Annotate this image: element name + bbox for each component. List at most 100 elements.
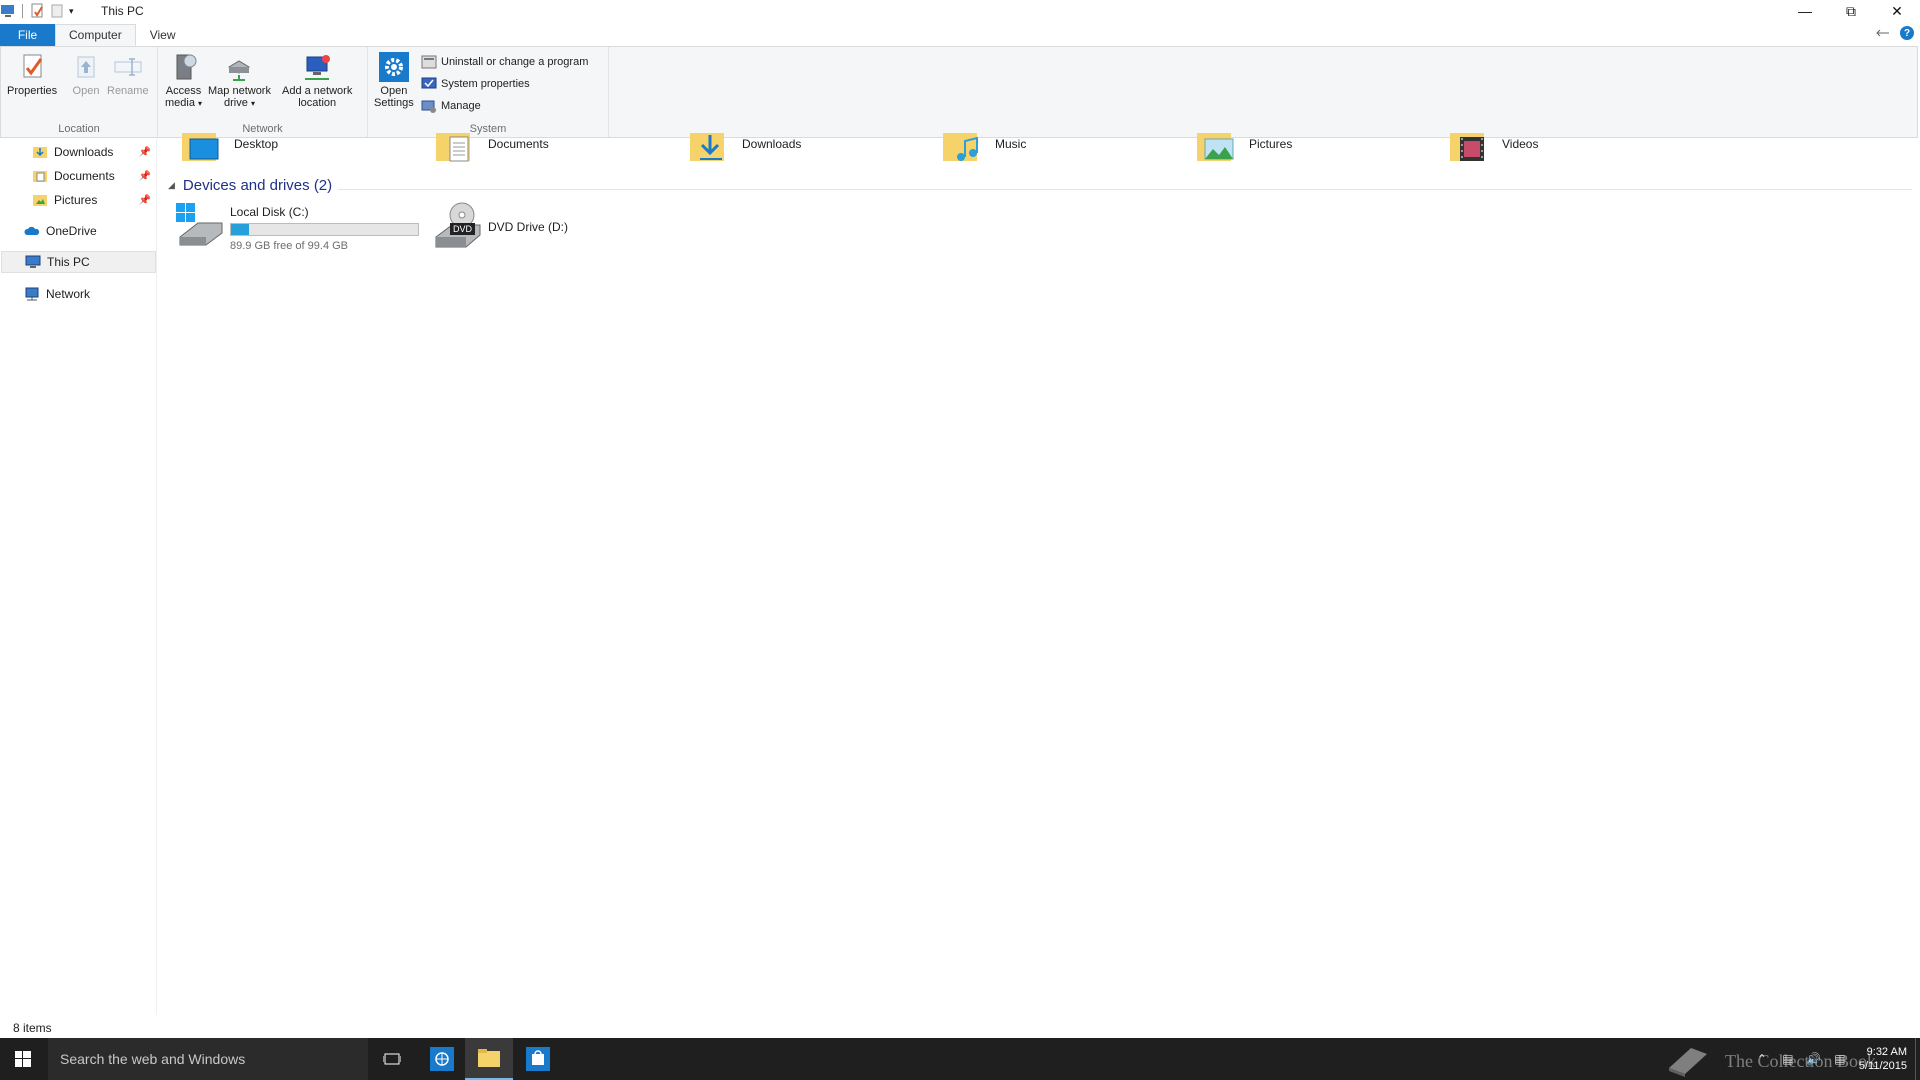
taskbar-browser-app[interactable] xyxy=(418,1038,466,1080)
settings-gear-icon xyxy=(378,52,409,82)
pin-icon[interactable]: 📌 xyxy=(139,171,151,182)
network-tray-icon[interactable]: ▤ xyxy=(1780,1051,1796,1067)
desktop-folder-icon xyxy=(182,133,219,161)
local-disk-name: Local Disk (C:) xyxy=(230,205,309,219)
folder-music[interactable]: Music xyxy=(941,133,1026,163)
map-drive-dropdown-icon: ▾ xyxy=(250,99,255,108)
qat-divider xyxy=(22,4,23,18)
location-group: Properties Open Rename Location xyxy=(1,47,158,137)
tab-file[interactable]: File xyxy=(0,24,55,46)
folder-pictures[interactable]: Pictures xyxy=(1195,133,1292,163)
ribbon-right-controls: ? xyxy=(1876,26,1914,40)
start-button[interactable] xyxy=(0,1038,46,1080)
onedrive-cloud-icon xyxy=(24,226,40,235)
open-settings-button[interactable]: Open Settings xyxy=(374,51,414,109)
folder-videos[interactable]: Videos xyxy=(1448,133,1538,163)
folder-music-label: Music xyxy=(995,137,1027,151)
documents-folder-icon xyxy=(436,133,470,162)
file-explorer-icon xyxy=(478,1049,500,1067)
open-icon xyxy=(77,56,95,78)
navigation-pane: Downloads 📌 Documents 📌 Pictures 📌 OneDr… xyxy=(0,139,157,1015)
nav-item-this-pc[interactable]: This PC xyxy=(1,251,156,273)
uninstall-program-button[interactable]: Uninstall or change a program xyxy=(421,52,588,72)
properties-button[interactable]: Properties xyxy=(7,51,57,97)
minimize-button[interactable]: — xyxy=(1782,0,1828,22)
folder-desktop[interactable]: Desktop xyxy=(180,133,278,163)
items-count: 8 items xyxy=(13,1021,52,1035)
folder-videos-label: Videos xyxy=(1502,137,1539,151)
folder-documents-label: Documents xyxy=(488,137,549,151)
task-view-button[interactable] xyxy=(368,1038,416,1080)
nav-documents-label: Documents xyxy=(54,169,115,183)
clock[interactable]: 9:32 AM 5/11/2015 xyxy=(1853,1045,1915,1073)
collapse-triangle-icon[interactable]: ◢ xyxy=(168,180,175,191)
devices-section-header[interactable]: ◢ Devices and drives (2) xyxy=(168,177,332,194)
open-button[interactable]: Open xyxy=(70,51,102,97)
drive-dvd-d[interactable]: DVD DVD Drive (D:) xyxy=(434,201,568,249)
title-bar: ▾ This PC — ⧉ ✕ xyxy=(0,0,1920,22)
open-settings-label-2: Settings xyxy=(374,97,414,109)
store-icon xyxy=(526,1047,550,1071)
restore-button[interactable]: ⧉ xyxy=(1828,0,1874,22)
access-media-icon xyxy=(176,54,197,80)
nav-item-network[interactable]: Network xyxy=(0,283,155,305)
properties-qat-icon[interactable] xyxy=(29,3,45,19)
show-hidden-icons-icon[interactable]: ⌃ xyxy=(1754,1051,1770,1067)
qat-dropdown-icon[interactable]: ▾ xyxy=(69,6,74,17)
system-group: Open Settings Uninstall or change a prog… xyxy=(368,47,609,137)
nav-item-downloads[interactable]: Downloads 📌 xyxy=(0,141,155,163)
downloads-folder-icon xyxy=(690,133,724,161)
videos-folder-icon xyxy=(1450,133,1484,161)
system-tray: ⌃ ▤ 🔊 ▤ 9:32 AM 5/11/2015 xyxy=(1749,1038,1920,1080)
manage-button[interactable]: Manage xyxy=(421,96,481,116)
folder-documents[interactable]: Documents xyxy=(434,133,549,163)
show-desktop-button[interactable] xyxy=(1915,1038,1920,1080)
nav-pictures-label: Pictures xyxy=(54,193,98,207)
task-view-icon xyxy=(383,1053,401,1065)
tab-computer[interactable]: Computer xyxy=(55,24,136,46)
add-location-label-2: location xyxy=(298,97,337,109)
pin-icon[interactable]: 📌 xyxy=(139,195,151,206)
status-bar: 8 items xyxy=(0,1015,1920,1037)
windows-logo-icon xyxy=(15,1051,31,1067)
access-media-button[interactable]: Access media ▾ xyxy=(165,51,202,110)
open-label: Open xyxy=(72,85,100,97)
system-properties-button[interactable]: System properties xyxy=(421,74,530,94)
access-media-dropdown-icon: ▾ xyxy=(198,99,203,108)
rename-label: Rename xyxy=(107,85,149,97)
folder-downloads[interactable]: Downloads xyxy=(688,133,801,163)
network-group: Access media ▾ Map network drive ▾ Add a… xyxy=(158,47,368,137)
nav-item-pictures[interactable]: Pictures 📌 xyxy=(0,189,155,211)
local-disk-icon xyxy=(176,203,223,246)
system-properties-label: System properties xyxy=(441,78,530,90)
nav-onedrive-label: OneDrive xyxy=(46,224,97,238)
nav-item-documents[interactable]: Documents 📌 xyxy=(0,165,155,187)
local-disk-usage-fill xyxy=(231,224,249,235)
rename-button[interactable]: Rename xyxy=(107,51,149,97)
taskbar-file-explorer-app[interactable] xyxy=(465,1038,513,1080)
taskbar-store-app[interactable] xyxy=(514,1038,562,1080)
pictures-folder-icon xyxy=(1197,133,1234,161)
documents-folder-icon xyxy=(33,171,47,182)
taskbar-search-box[interactable]: Search the web and Windows xyxy=(48,1038,368,1080)
tab-view[interactable]: View xyxy=(136,24,190,46)
this-pc-icon[interactable] xyxy=(0,3,16,19)
help-icon[interactable]: ? xyxy=(1900,26,1914,40)
new-folder-qat-icon[interactable] xyxy=(49,3,65,19)
action-center-icon[interactable]: ▤ xyxy=(1832,1051,1848,1067)
location-group-label: Location xyxy=(58,123,100,135)
map-network-drive-button[interactable]: Map network drive ▾ xyxy=(208,51,271,110)
content-area: Desktop Documents Downloads Music Pictur… xyxy=(158,133,1918,1015)
quick-access-toolbar: ▾ xyxy=(0,2,74,20)
nav-item-onedrive[interactable]: OneDrive xyxy=(0,220,155,242)
close-button[interactable]: ✕ xyxy=(1874,0,1920,22)
this-pc-computer-icon xyxy=(25,255,41,268)
window-controls: — ⧉ ✕ xyxy=(1782,0,1920,22)
rename-icon xyxy=(114,58,142,76)
pin-icon[interactable]: 📌 xyxy=(139,147,151,158)
drive-local-disk-c[interactable]: Local Disk (C:) 89.9 GB free of 99.4 GB xyxy=(176,201,419,252)
add-network-location-button[interactable]: Add a network location xyxy=(282,51,352,109)
minimize-ribbon-icon[interactable] xyxy=(1876,28,1890,38)
volume-icon[interactable]: 🔊 xyxy=(1806,1051,1822,1067)
local-disk-usage-bar xyxy=(230,223,419,236)
